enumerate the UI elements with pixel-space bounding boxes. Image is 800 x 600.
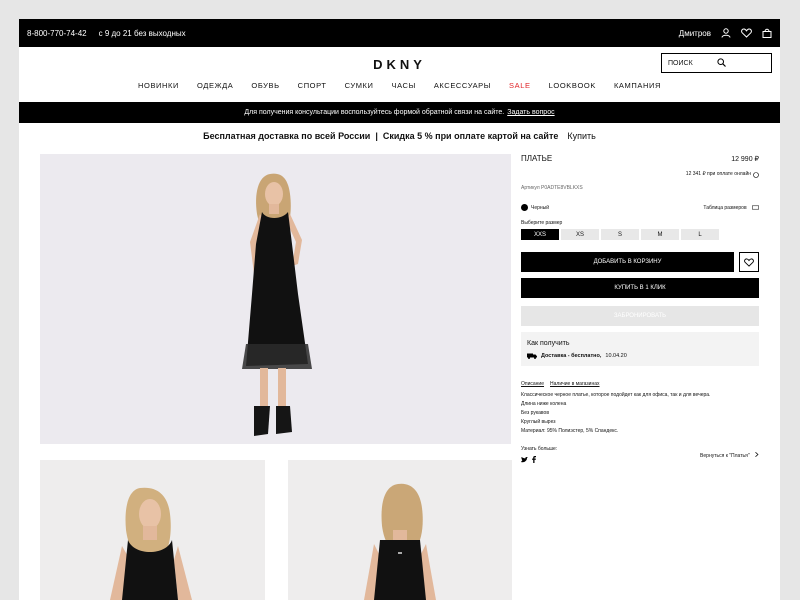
reserve-button[interactable]: ЗАБРОНИРОВАТЬ bbox=[521, 306, 759, 326]
info-icon[interactable] bbox=[753, 165, 759, 183]
info-tabs: Описание Наличие в магазинах bbox=[521, 381, 759, 387]
consultation-text: Для получения консультации воспользуйтес… bbox=[244, 109, 505, 116]
top-bar: 8-800-770-74-42 с 9 до 21 без выходных Д… bbox=[19, 19, 780, 47]
size-option-l[interactable]: L bbox=[681, 229, 719, 240]
twitter-icon[interactable] bbox=[521, 456, 528, 463]
delivery-info: Доставка - бесплатно, 10.04.20 bbox=[527, 353, 753, 359]
city-selector[interactable]: Дмитров bbox=[679, 29, 711, 38]
chevron-right-icon bbox=[755, 452, 759, 457]
cart-icon[interactable] bbox=[762, 28, 772, 38]
color-option[interactable]: Черный bbox=[521, 204, 549, 211]
color-row: Черный Таблица размеров bbox=[521, 204, 759, 211]
social-links bbox=[521, 456, 557, 463]
description-line: Классическое черное платье, которое подо… bbox=[521, 392, 711, 398]
truck-icon bbox=[527, 353, 537, 359]
add-to-wishlist-button[interactable] bbox=[739, 252, 759, 272]
size-option-m[interactable]: M bbox=[641, 229, 679, 240]
color-swatch[interactable] bbox=[521, 204, 528, 211]
working-hours: с 9 до 21 без выходных bbox=[98, 28, 186, 38]
choose-size-label: Выберите размер bbox=[521, 220, 563, 226]
promo-banner: Бесплатная доставка по всей России | Ски… bbox=[19, 123, 780, 148]
tab-description[interactable]: Описание bbox=[521, 381, 544, 387]
size-option-xs[interactable]: XS bbox=[561, 229, 599, 240]
nav-item-sale[interactable]: SALE bbox=[509, 81, 531, 90]
page: 8-800-770-74-42 с 9 до 21 без выходных Д… bbox=[19, 19, 780, 600]
back-link-label: Вернуться к "Платья" bbox=[700, 453, 750, 459]
nav-item-shoes[interactable]: ОБУВЬ bbox=[251, 81, 279, 90]
delivery-box: Как получить Доставка - бесплатно, 10.04… bbox=[521, 332, 759, 366]
product-info-panel: ПЛАТЬЕ 12 990 ₽ 12 341 ₽ при оплате онла… bbox=[521, 154, 759, 463]
size-table-link[interactable]: Таблица размеров bbox=[703, 205, 759, 211]
search-input[interactable]: ПОИСК bbox=[668, 60, 717, 67]
nav-item-clothing[interactable]: ОДЕЖДА bbox=[197, 81, 233, 90]
main-nav: НОВИНКИ ОДЕЖДА ОБУВЬ СПОРТ СУМКИ ЧАСЫ АК… bbox=[19, 81, 780, 90]
facebook-icon[interactable] bbox=[532, 456, 536, 463]
size-selector: XXS XS S M L bbox=[521, 229, 759, 240]
promo-discount: Скидка 5 % при оплате картой на сайте bbox=[382, 130, 559, 141]
online-price: 12 341 ₽ при оплате онлайн bbox=[685, 171, 751, 177]
tab-store-availability[interactable]: Наличие в магазинах bbox=[550, 381, 600, 387]
product-article: Артикул P0ADTE8VBLKXS bbox=[521, 185, 583, 191]
description-line: Материал: 95% Полиэстер, 5% Спандекс. bbox=[521, 428, 619, 434]
header: DKNY ПОИСК НОВИНКИ ОДЕЖДА ОБУВЬ СПОРТ СУ… bbox=[19, 47, 780, 102]
nav-item-new[interactable]: НОВИНКИ bbox=[138, 81, 179, 90]
product-name: ПЛАТЬЕ bbox=[521, 154, 553, 163]
size-option-s[interactable]: S bbox=[601, 229, 639, 240]
wishlist-icon[interactable] bbox=[741, 28, 752, 38]
buy-one-click-button[interactable]: КУПИТЬ В 1 КЛИК bbox=[521, 278, 759, 298]
nav-item-watches[interactable]: ЧАСЫ bbox=[392, 81, 416, 90]
color-label: Черный bbox=[531, 204, 550, 211]
cart-row: ДОБАВИТЬ В КОРЗИНУ bbox=[521, 252, 759, 272]
nav-item-lookbook[interactable]: LOOKBOOK bbox=[549, 81, 596, 90]
back-to-category-link[interactable]: Вернуться к "Платья" bbox=[700, 452, 759, 459]
product-title-row: ПЛАТЬЕ 12 990 ₽ bbox=[521, 154, 759, 163]
size-option-xxs[interactable]: XXS bbox=[521, 229, 559, 240]
add-to-cart-button[interactable]: ДОБАВИТЬ В КОРЗИНУ bbox=[521, 252, 734, 272]
share-row: Узнать больше: Вернуться к "Платья" bbox=[521, 446, 759, 463]
nav-item-bags[interactable]: СУМКИ bbox=[345, 81, 374, 90]
promo-separator: | bbox=[375, 130, 378, 141]
promo-buy-link[interactable]: Купить bbox=[567, 131, 595, 141]
product-main-image[interactable] bbox=[40, 154, 511, 444]
online-price-row: 12 341 ₽ при оплате онлайн bbox=[521, 165, 759, 183]
learn-more-label: Узнать больше: bbox=[521, 446, 558, 452]
nav-item-campaign[interactable]: КАМПАНИЯ bbox=[614, 81, 661, 90]
ask-question-link[interactable]: Задать вопрос bbox=[507, 109, 554, 116]
product-price: 12 990 ₽ bbox=[731, 155, 759, 163]
description-line: Без рукавов bbox=[521, 410, 549, 416]
product-description: Классическое черное платье, которое подо… bbox=[521, 391, 759, 436]
heart-icon bbox=[744, 257, 754, 267]
description-line: Круглый вырез bbox=[521, 419, 556, 425]
delivery-date: 10.04.20 bbox=[605, 353, 627, 359]
description-line: Длина ниже колена bbox=[521, 401, 567, 407]
delivery-label: Доставка - бесплатно, bbox=[541, 353, 602, 359]
product-thumbnail-back[interactable] bbox=[288, 460, 512, 600]
consultation-banner: Для получения консультации воспользуйтес… bbox=[19, 102, 780, 123]
ruler-icon bbox=[752, 205, 759, 210]
product-thumbnail-front[interactable] bbox=[40, 460, 265, 600]
how-to-get-title: Как получить bbox=[527, 340, 570, 347]
phone-link[interactable]: 8-800-770-74-42 bbox=[27, 29, 87, 38]
nav-item-accessories[interactable]: АКСЕССУАРЫ bbox=[434, 81, 491, 90]
size-table-label: Таблица размеров bbox=[703, 204, 747, 211]
nav-item-sport[interactable]: СПОРТ bbox=[298, 81, 327, 90]
search-box[interactable]: ПОИСК bbox=[661, 53, 772, 73]
search-icon[interactable] bbox=[716, 57, 766, 69]
promo-delivery: Бесплатная доставка по всей России bbox=[203, 130, 371, 141]
top-bar-actions: Дмитров bbox=[679, 28, 772, 38]
account-icon[interactable] bbox=[721, 28, 731, 38]
